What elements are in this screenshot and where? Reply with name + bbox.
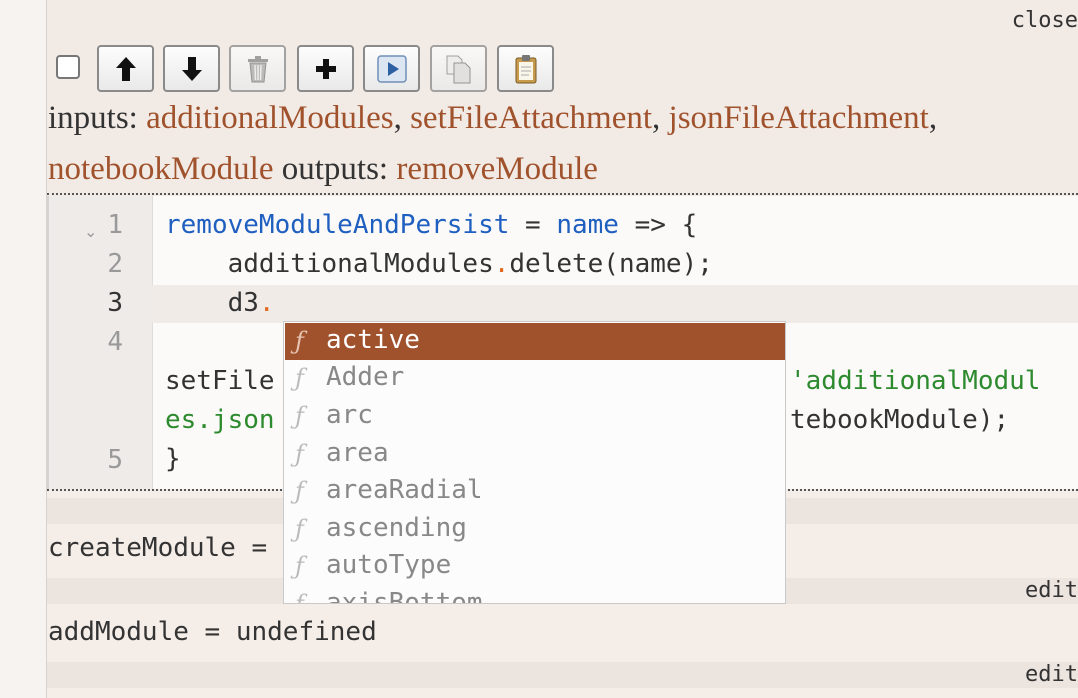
input-link-notebookModule[interactable]: notebookModule [48,151,273,187]
editor-top-border [47,193,1078,195]
run-cell-button[interactable] [363,45,420,92]
option-label: area [326,438,389,468]
option-label: ascending [326,513,467,543]
move-up-button[interactable] [97,45,154,92]
function-icon: ƒ [295,402,304,430]
line-number: 3 [107,288,123,318]
outputs-label: outputs: [273,151,397,187]
cell-header: edit [47,662,1078,688]
function-icon: ƒ [295,327,304,355]
autocomplete-option[interactable]: ƒ axisBottom [285,586,785,604]
code-line-5: } [165,444,181,474]
move-down-button[interactable] [163,45,220,92]
code-line-3: d3. [165,288,275,318]
option-label: active [326,325,420,355]
line-number: 2 [107,249,123,279]
code-token: additionalModules [165,249,494,279]
code-line-4-string: 'additionalModul [790,366,1041,396]
play-icon [376,54,407,83]
trash-icon [245,55,271,83]
add-cell-button[interactable] [297,45,354,92]
function-icon: ƒ [295,364,304,392]
arrow-up-icon [115,56,137,82]
copy-icon [445,54,473,84]
option-label: Adder [326,362,405,392]
code-line-2: additionalModules.delete(name); [165,249,713,279]
separator: , [928,100,938,136]
inputs-label: inputs: [48,100,147,136]
line-number: 4 [107,327,123,357]
autocomplete-option[interactable]: ƒ ascending [285,511,785,548]
cell-code-createModule[interactable]: createModule = [48,533,283,563]
cell-outputs-line: notebookModule outputs: removeModule [48,151,598,188]
function-icon: ƒ [295,590,304,604]
code-token: = [509,210,557,240]
cell-code-addModule[interactable]: addModule = undefined [48,617,377,647]
input-link-jsonFileAttachment[interactable]: jsonFileAttachment [669,100,929,136]
input-link-additionalModules[interactable]: additionalModules [146,100,393,136]
select-cell-checkbox[interactable] [56,55,80,79]
autocomplete-option[interactable]: ƒ arc [285,398,785,435]
fold-chevron-icon[interactable]: ⌄ [84,222,97,241]
active-line-highlight [150,285,1078,323]
code-token: => { [618,210,698,240]
separator: , [652,100,669,136]
autocomplete-option-selected[interactable]: ƒ active [285,323,785,360]
edit-button[interactable]: edit [1025,662,1078,687]
option-label: arc [326,400,373,430]
code-line-4-cont-tail: tebookModule); [790,405,1010,435]
autocomplete-option[interactable]: ƒ area [285,436,785,473]
code-line-1: removeModuleAndPersist = name => { [165,210,697,240]
code-token: removeModuleAndPersist [165,210,510,240]
cell-inputs-line: inputs: additionalModules, setFileAttach… [48,100,937,137]
code-line-4-cont: es.json [165,405,275,435]
arrow-down-icon [181,56,203,82]
edit-button[interactable]: edit [1025,578,1078,603]
delete-button[interactable] [229,45,286,92]
code-token: es.json [165,405,275,435]
code-token: delete(name); [509,249,713,279]
clipboard-icon [514,54,538,84]
option-label: autoType [326,550,452,580]
autocomplete-option[interactable]: ƒ autoType [285,548,785,585]
notebook-left-gutter [0,0,47,698]
code-dot: . [258,288,275,318]
paste-button[interactable] [497,45,554,92]
option-label: axisBottom [326,588,483,604]
separator: , [393,100,411,136]
option-label: areaRadial [326,475,483,505]
code-line-4: setFile [165,366,275,396]
autocomplete-option[interactable]: ƒ Adder [285,360,785,397]
output-link-removeModule[interactable]: removeModule [396,151,598,187]
function-icon: ƒ [295,515,304,543]
input-link-setFileAttachment[interactable]: setFileAttachment [410,100,652,136]
line-number: 5 [107,445,123,475]
close-button[interactable]: close [1012,8,1078,33]
function-icon: ƒ [295,552,304,580]
copy-button[interactable] [430,45,487,92]
code-dot: . [493,249,510,279]
autocomplete-popup: ƒ active ƒ Adder ƒ arc ƒ area ƒ areaRadial ƒa… [283,321,786,604]
code-token: setFile [165,366,275,396]
code-token: d3 [165,288,259,318]
function-icon: ƒ [295,477,304,505]
autocomplete-option[interactable]: ƒ areaRadial [285,473,785,510]
function-icon: ƒ [295,440,304,468]
code-token: name [556,210,619,240]
plus-icon [314,57,338,81]
